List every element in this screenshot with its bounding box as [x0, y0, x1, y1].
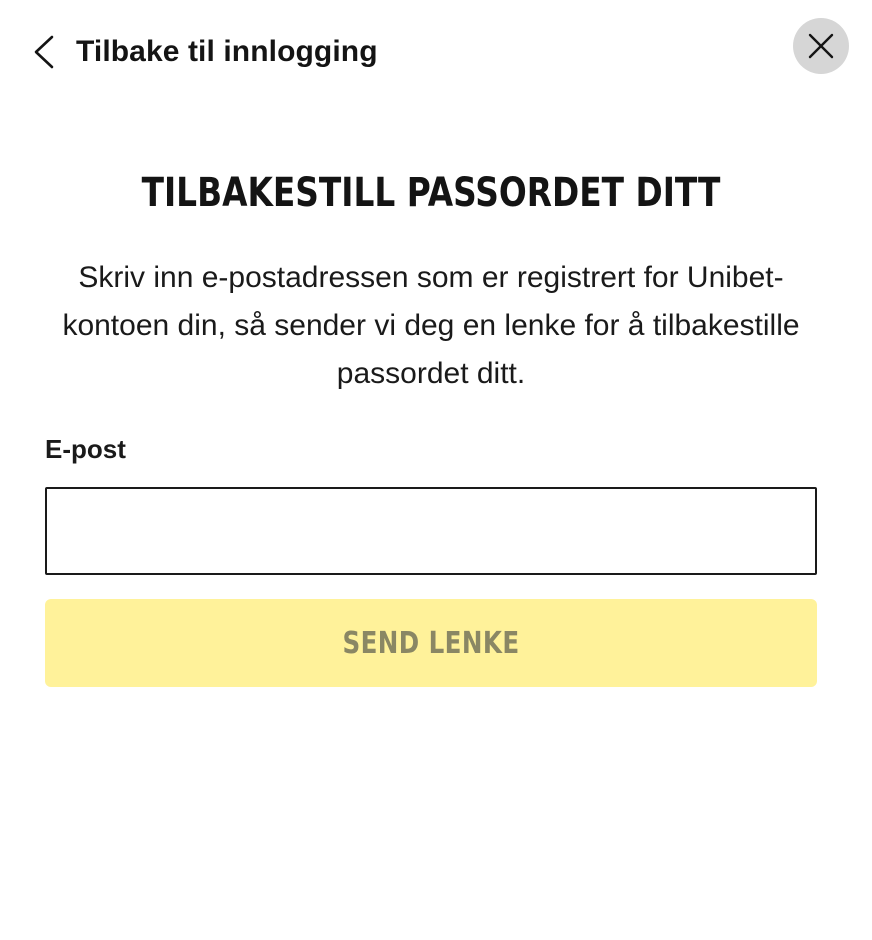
instructions-text: Skriv inn e-postadressen som er registre… — [62, 261, 800, 390]
close-button[interactable] — [793, 18, 849, 74]
chevron-left-icon — [30, 34, 60, 70]
back-link-label: Tilbake til innlogging — [76, 35, 378, 68]
close-icon — [808, 33, 834, 59]
dialog-header: Tilbake til innlogging — [0, 18, 872, 88]
send-link-label: SEND LENKE — [342, 625, 520, 661]
reset-password-dialog: Tilbake til innlogging TILBAKESTILL PASS… — [0, 0, 872, 940]
page-title: TILBAKESTILL PASSORDET DITT — [141, 170, 721, 216]
back-to-login-link[interactable]: Tilbake til innlogging — [30, 34, 378, 70]
email-label: E-post — [45, 434, 126, 464]
send-link-button[interactable]: SEND LENKE — [45, 599, 817, 687]
email-field[interactable] — [45, 487, 817, 575]
